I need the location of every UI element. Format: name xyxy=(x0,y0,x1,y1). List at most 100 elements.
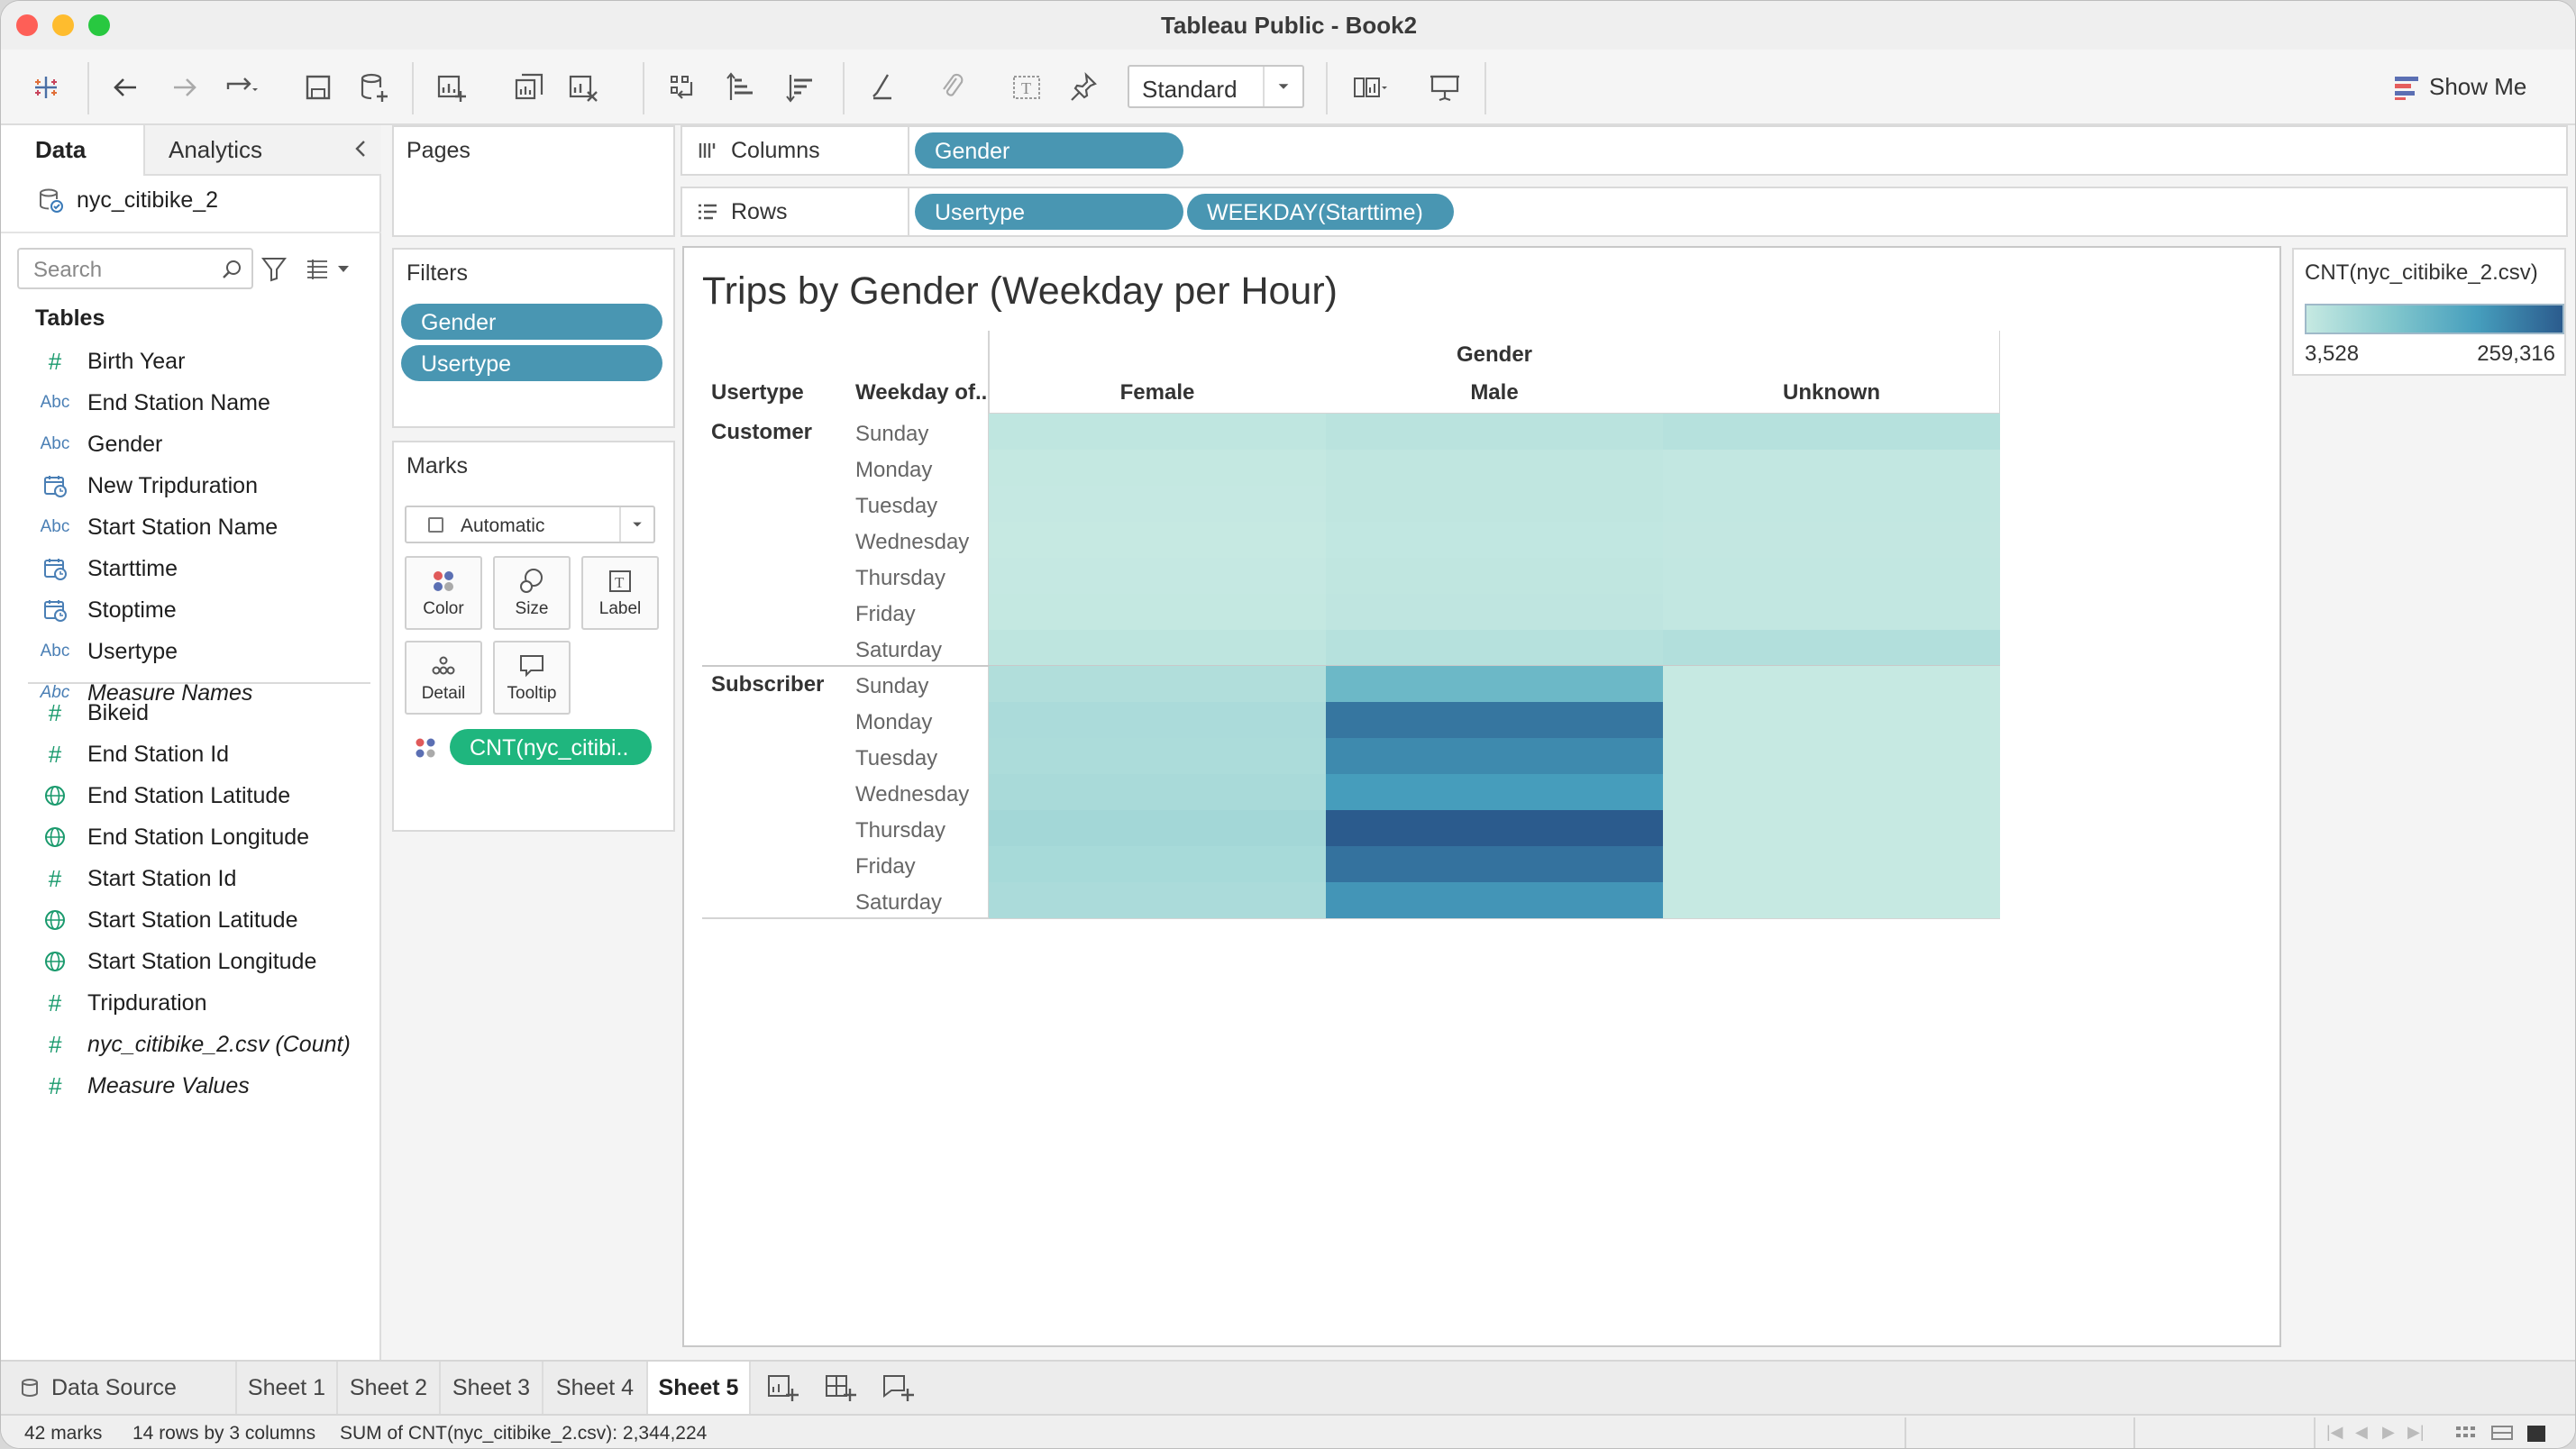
row-label: Wednesday xyxy=(855,782,969,807)
previous-page-icon[interactable]: ◀ xyxy=(2355,1423,2368,1442)
number-field-icon: # xyxy=(48,989,62,1016)
tab-sheet-1[interactable]: Sheet 1 xyxy=(237,1362,338,1414)
new-story-tab-icon[interactable] xyxy=(881,1371,917,1405)
size-label: Size xyxy=(515,599,549,618)
field-item[interactable]: Abc Usertype xyxy=(37,633,178,670)
filter-pill-usertype[interactable]: Usertype xyxy=(401,345,662,381)
sort-descending-icon[interactable] xyxy=(781,68,821,107)
new-worksheet-icon[interactable] xyxy=(432,68,471,107)
size-button[interactable]: Size xyxy=(493,556,571,630)
string-field-icon: Abc xyxy=(40,393,70,412)
geo-field-icon xyxy=(37,825,73,850)
tab-sheet-4[interactable]: Sheet 4 xyxy=(544,1362,648,1414)
detail-button[interactable]: Detail xyxy=(405,641,482,715)
field-item[interactable]: End Station Longitude xyxy=(37,819,309,855)
field-item[interactable]: Abc End Station Name xyxy=(37,385,270,421)
search-input[interactable]: Search xyxy=(17,248,253,289)
heatmap-cell xyxy=(1663,450,2000,486)
heatmap-chart: Gender Usertype Weekday of.. Female Male Unkn… xyxy=(702,331,2000,919)
save-icon[interactable] xyxy=(298,68,338,107)
columns-shelf[interactable]: Columns Gender xyxy=(681,125,2568,176)
field-item[interactable]: End Station Latitude xyxy=(37,778,290,814)
view-options-icon[interactable] xyxy=(304,255,352,282)
redo-icon[interactable] xyxy=(165,68,205,107)
field-item[interactable]: Start Station Latitude xyxy=(37,902,297,938)
columns-label: Columns xyxy=(731,137,820,163)
heatmap-cell xyxy=(1326,738,1663,774)
tooltip-button[interactable]: Tooltip xyxy=(493,641,571,715)
field-label: Start Station Longitude xyxy=(87,948,317,974)
field-item[interactable]: Start Station Longitude xyxy=(37,943,316,980)
detail-icon xyxy=(432,656,455,675)
marks-card: Marks Automatic Color Size T Label Detai… xyxy=(392,441,675,832)
highlight-icon[interactable] xyxy=(863,68,902,107)
color-button[interactable]: Color xyxy=(405,556,482,630)
heatmap-cell xyxy=(989,702,1326,738)
show-filmstrip-icon[interactable] xyxy=(2454,1423,2478,1444)
rows-shelf[interactable]: Rows Usertype WEEKDAY(Starttime) xyxy=(681,187,2568,237)
field-item[interactable]: # Start Station Id xyxy=(37,861,237,897)
new-worksheet-tab-icon[interactable] xyxy=(765,1371,801,1405)
datasource-item[interactable]: nyc_citibike_2 xyxy=(37,187,218,214)
field-item[interactable]: # nyc_citibike_2.csv (Count) xyxy=(37,1026,351,1062)
field-item[interactable]: # Tripduration xyxy=(37,985,207,1021)
clear-sheet-icon[interactable] xyxy=(563,68,603,107)
tableau-logo-icon[interactable] xyxy=(26,68,66,107)
field-item[interactable]: Abc Gender xyxy=(37,426,163,462)
first-page-icon[interactable]: |◀ xyxy=(2326,1423,2343,1442)
field-item[interactable]: # Measure Values xyxy=(37,1068,250,1104)
group-members-icon[interactable] xyxy=(933,68,973,107)
heatmap-cell xyxy=(1663,594,2000,630)
field-item[interactable]: Starttime xyxy=(37,551,178,587)
show-labels-icon[interactable]: T xyxy=(1007,68,1046,107)
rows-pill-weekday[interactable]: WEEKDAY(Starttime) xyxy=(1187,194,1454,230)
tab-analytics[interactable]: Analytics xyxy=(143,125,381,176)
field-item[interactable]: # End Station Id xyxy=(37,736,229,772)
tab-data[interactable]: Data xyxy=(1,125,143,176)
heatmap-cell xyxy=(989,486,1326,522)
pages-card[interactable]: Pages xyxy=(392,125,675,237)
heatmap-cell xyxy=(989,558,1326,594)
show-cards-icon[interactable] xyxy=(1349,68,1389,107)
row-label: Tuesday xyxy=(855,494,937,518)
columns-pill-gender[interactable]: Gender xyxy=(915,132,1183,169)
field-item[interactable]: Stoptime xyxy=(37,592,177,628)
field-label: Usertype xyxy=(87,638,178,664)
field-item[interactable]: Abc Start Station Name xyxy=(37,509,279,545)
duplicate-sheet-icon[interactable] xyxy=(509,68,549,107)
color-measure-pill[interactable]: CNT(nyc_citibi.. xyxy=(450,729,652,765)
tab-sheet-3[interactable]: Sheet 3 xyxy=(441,1362,544,1414)
fit-dropdown[interactable]: Standard xyxy=(1128,65,1304,108)
filter-pill-gender[interactable]: Gender xyxy=(401,304,662,340)
swap-rows-columns-icon[interactable] xyxy=(662,68,702,107)
undo-icon[interactable] xyxy=(105,68,145,107)
fix-axes-icon[interactable] xyxy=(1064,68,1104,107)
new-dashboard-tab-icon[interactable] xyxy=(823,1371,859,1405)
show-me-button[interactable]: Show Me xyxy=(2393,73,2526,101)
new-datasource-icon[interactable] xyxy=(354,68,394,107)
presentation-mode-icon[interactable] xyxy=(1425,68,1465,107)
sort-ascending-icon[interactable] xyxy=(722,68,762,107)
filter-icon[interactable] xyxy=(260,255,288,282)
tab-sheet-2[interactable]: Sheet 2 xyxy=(338,1362,441,1414)
show-tabs-icon[interactable] xyxy=(2525,1423,2548,1444)
field-item[interactable]: New Tripduration xyxy=(37,468,258,504)
mark-type-dropdown[interactable]: Automatic xyxy=(405,506,655,543)
replay-icon[interactable] xyxy=(221,68,260,107)
tab-data-source[interactable]: Data Source xyxy=(1,1362,237,1414)
field-item[interactable]: # Birth Year xyxy=(37,343,186,379)
show-sheet-sorter-icon[interactable] xyxy=(2490,1423,2514,1444)
field-item[interactable]: # Bikeid xyxy=(37,695,149,731)
label-button[interactable]: T Label xyxy=(581,556,659,630)
last-page-icon[interactable]: ▶| xyxy=(2407,1423,2425,1442)
mark-type-value: Automatic xyxy=(461,515,545,536)
heatmap-cell xyxy=(1663,882,2000,918)
heatmap-cell xyxy=(989,846,1326,882)
tableau-window: Tableau Public - Book2 T Standard Show M… xyxy=(0,0,2576,1449)
legend-max-value: 259,316 xyxy=(2477,342,2555,366)
collapse-pane-icon[interactable] xyxy=(352,138,369,166)
tab-sheet-5[interactable]: Sheet 5 xyxy=(648,1362,751,1414)
column-header: Male xyxy=(1470,380,1518,405)
rows-pill-usertype[interactable]: Usertype xyxy=(915,194,1183,230)
next-page-icon[interactable]: ▶ xyxy=(2382,1423,2395,1442)
